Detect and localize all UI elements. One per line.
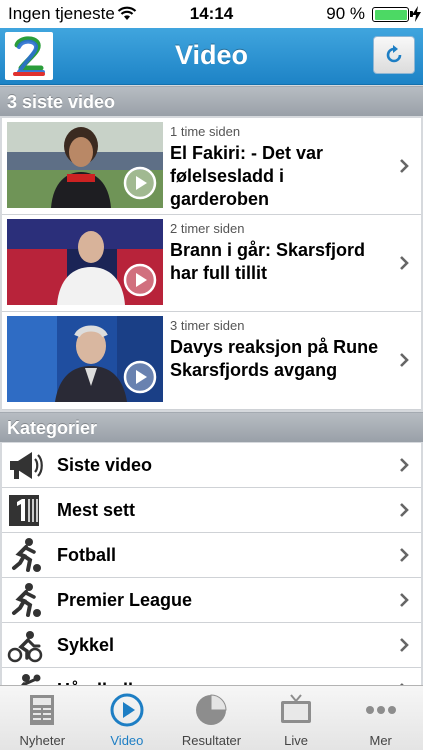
tab-nyheter[interactable]: Nyheter bbox=[0, 686, 85, 750]
megaphone-icon bbox=[10, 452, 43, 479]
chevron-right-icon bbox=[400, 638, 409, 652]
page-title: Video bbox=[174, 40, 249, 70]
chevron-right-icon bbox=[400, 256, 409, 270]
more-dots-icon bbox=[365, 706, 396, 714]
tv-icon bbox=[281, 694, 312, 723]
tab-mer[interactable]: Mer bbox=[338, 686, 423, 750]
section-header-latest: 3 siste video bbox=[0, 86, 423, 116]
video-item[interactable]: 1 time siden El Fakiri: - Det var følels… bbox=[2, 118, 421, 215]
tab-label: Video bbox=[110, 733, 144, 748]
pie-chart-icon bbox=[196, 694, 227, 725]
category-label: Fotball bbox=[57, 545, 116, 565]
chevron-right-icon bbox=[400, 548, 409, 562]
refresh-button[interactable] bbox=[373, 36, 415, 74]
play-icon bbox=[123, 360, 157, 394]
video-thumbnail bbox=[7, 219, 163, 305]
category-label: Sykkel bbox=[57, 635, 115, 655]
category-label: Premier League bbox=[57, 590, 193, 610]
chevron-right-icon bbox=[400, 593, 409, 607]
category-item-mest-sett[interactable]: Mest sett bbox=[2, 488, 421, 533]
newspaper-icon bbox=[30, 695, 55, 725]
video-timestamp: 1 time siden bbox=[170, 124, 241, 139]
play-circle-icon bbox=[110, 693, 144, 727]
section-header-categories: Kategorier bbox=[0, 412, 423, 442]
tab-label: Live bbox=[284, 733, 309, 748]
video-item[interactable]: 2 timer siden Brann i går: Skarsfjord ha… bbox=[2, 215, 421, 312]
chevron-right-icon bbox=[400, 159, 409, 173]
battery-icon bbox=[372, 7, 413, 22]
tab-label: Resultater bbox=[181, 733, 242, 748]
video-item[interactable]: 3 timer siden Davys reaksjon på Rune Ska… bbox=[2, 312, 421, 410]
category-label: Siste video bbox=[57, 455, 153, 475]
tab-video[interactable]: Video bbox=[85, 686, 170, 750]
category-item-siste-video[interactable]: Siste video bbox=[2, 443, 421, 488]
video-list: 1 time siden El Fakiri: - Det var følels… bbox=[2, 118, 421, 410]
tab-resultater[interactable]: Resultater bbox=[169, 686, 254, 750]
tab-label: Mer bbox=[369, 733, 392, 748]
tab-bar: Nyheter Video Resultater Live Mer bbox=[0, 685, 423, 750]
play-icon bbox=[123, 263, 157, 297]
video-thumbnail bbox=[7, 122, 163, 208]
category-item-premier-league[interactable]: Premier League bbox=[2, 578, 421, 623]
category-item-fotball[interactable]: Fotball bbox=[2, 533, 421, 578]
football-player-icon bbox=[12, 538, 41, 572]
video-timestamp: 3 timer siden bbox=[170, 318, 245, 333]
navigation-bar: Video bbox=[0, 28, 423, 85]
battery-percentage: 90 % bbox=[326, 4, 365, 23]
charging-bolt-icon bbox=[412, 6, 421, 22]
chevron-right-icon bbox=[400, 503, 409, 517]
play-icon bbox=[123, 166, 157, 200]
category-label: Mest sett bbox=[57, 500, 136, 520]
number-one-icon bbox=[9, 495, 39, 526]
category-item-sykkel[interactable]: Sykkel bbox=[2, 623, 421, 668]
video-title: Brann i går: Skarsfjord har full tillit bbox=[170, 240, 366, 283]
football-player-icon bbox=[12, 583, 41, 617]
tab-label: Nyheter bbox=[19, 733, 66, 748]
status-bar: Ingen tjeneste 14:14 90 % bbox=[0, 0, 423, 28]
video-timestamp: 2 timer siden bbox=[170, 221, 245, 236]
tab-live[interactable]: Live bbox=[254, 686, 339, 750]
video-title: Davys reaksjon på Rune Skarsfjords avgan… bbox=[170, 337, 379, 380]
chevron-right-icon bbox=[400, 353, 409, 367]
video-thumbnail bbox=[7, 316, 163, 402]
video-title: El Fakiri: - Det var følelsesladd i gard… bbox=[170, 143, 324, 209]
refresh-icon bbox=[386, 45, 402, 63]
cyclist-icon bbox=[7, 631, 43, 663]
category-list: Siste video Mest sett Fotball Premier Le… bbox=[2, 443, 421, 713]
chevron-right-icon bbox=[400, 458, 409, 472]
